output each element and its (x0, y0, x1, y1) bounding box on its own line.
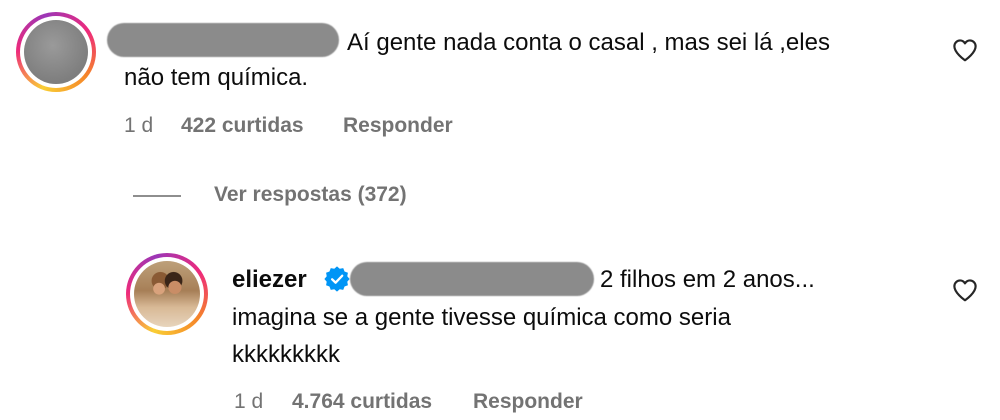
hidden-username-bar (107, 23, 339, 57)
reply-text-line: imagina se a gente tivesse química como … (232, 304, 731, 331)
reply-button-label[interactable]: Responder (343, 114, 453, 137)
verified-badge-icon (324, 266, 350, 292)
like-count-label[interactable]: 4.764 curtidas (292, 390, 432, 413)
avatar-photo (134, 261, 200, 327)
heart-outline-icon[interactable] (952, 38, 978, 62)
replies-divider-line (133, 195, 181, 197)
commenter-avatar[interactable] (16, 12, 96, 92)
reply-text-line: kkkkkkkkk (232, 341, 340, 368)
comment-timestamp: 1 d (124, 114, 154, 137)
reply-like-count[interactable]: 4.764 curtidas (292, 389, 432, 415)
avatar-ring-gap (130, 257, 204, 331)
reply-button[interactable]: Responder (473, 389, 583, 415)
hidden-mention-bar (350, 262, 594, 296)
avatar-image (24, 20, 88, 84)
comment-text-line: não tem química. (124, 64, 309, 91)
comment-like-count[interactable]: 422 curtidas (181, 113, 304, 139)
view-replies-button[interactable]: Ver respostas (372) (214, 182, 407, 208)
reply-author-avatar[interactable] (126, 253, 208, 335)
reply-author-username[interactable]: eliezer (232, 261, 307, 298)
reply-button[interactable]: Responder (343, 113, 453, 139)
like-count-label[interactable]: 422 curtidas (181, 114, 304, 137)
reply-button-label[interactable]: Responder (473, 390, 583, 413)
reply-text-line: 2 filhos em 2 anos... (600, 266, 815, 293)
comment-text-line: Aí gente nada conta o casal , mas sei lá… (347, 29, 830, 56)
reply-timestamp: 1 d (234, 390, 264, 413)
avatar-ring-gap (20, 16, 92, 88)
heart-outline-icon[interactable] (952, 278, 978, 302)
